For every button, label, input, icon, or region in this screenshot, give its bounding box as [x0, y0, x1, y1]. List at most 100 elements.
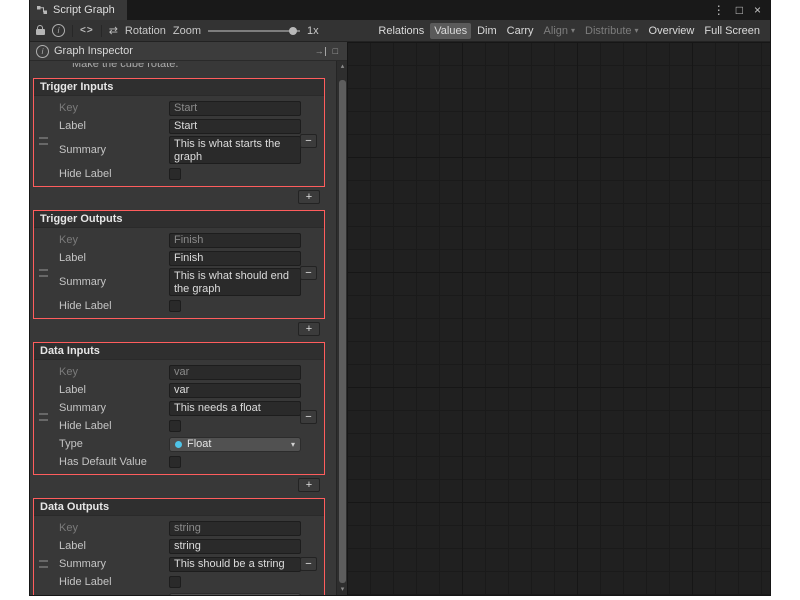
inspector-content: Make the cube rotate. Trigger Inputs Key	[30, 61, 336, 595]
summary-row: Summary	[34, 399, 324, 417]
toolbar-button-overview[interactable]: Overview	[645, 23, 699, 39]
panel-title: Graph Inspector	[54, 45, 133, 57]
label-row: Label	[34, 117, 324, 135]
graph-canvas[interactable]	[347, 42, 770, 595]
tab-script-graph[interactable]: Script Graph	[30, 0, 127, 20]
list-item: Key Label Summary	[34, 360, 324, 474]
type-value: String	[187, 594, 216, 595]
scrollbar-thumb[interactable]	[339, 80, 346, 583]
key-input	[169, 365, 301, 380]
list-item: Key Label Summary This is what should en…	[34, 228, 324, 318]
key-input	[169, 233, 301, 248]
info-icon[interactable]: i	[52, 24, 65, 37]
toolbar-separator	[101, 25, 102, 37]
section-trigger-inputs: Trigger Inputs Key Label	[33, 78, 325, 187]
panel-options-icon[interactable]: □	[333, 46, 338, 56]
section-data-outputs: Data Outputs Key Label	[33, 498, 325, 595]
chevron-down-icon: ▾	[291, 440, 295, 449]
hide-label-checkbox[interactable]	[169, 576, 181, 588]
key-row: Key	[34, 363, 324, 381]
rotation-label: Rotation	[125, 25, 166, 37]
summary-input[interactable]: This is what should end the graph	[169, 268, 301, 296]
drag-handle-icon[interactable]	[39, 414, 48, 421]
view-options-group: Relations Values Dim Carry Align ▾ Distr…	[374, 23, 764, 39]
list-footer: +	[30, 475, 336, 493]
type-value: Float	[187, 438, 211, 450]
section-title: Data Inputs	[34, 343, 324, 360]
hide-label-checkbox[interactable]	[169, 300, 181, 312]
panel-body: Make the cube rotate. Trigger Inputs Key	[30, 61, 347, 595]
type-color-dot	[175, 441, 182, 448]
remove-item-button[interactable]: −	[300, 266, 317, 280]
type-dropdown[interactable]: String ▾	[169, 593, 301, 596]
label-input[interactable]	[169, 119, 301, 134]
remove-item-button[interactable]: −	[300, 134, 317, 148]
list-item: Key Label Summary This is what starts th…	[34, 96, 324, 186]
zoom-value: 1x	[307, 25, 319, 37]
drag-handle-icon[interactable]	[39, 138, 48, 145]
chevron-down-icon: ▾	[571, 26, 575, 35]
summary-row: Summary This is what should end the grap…	[34, 267, 324, 297]
close-icon[interactable]: ×	[754, 3, 761, 17]
section-title: Trigger Inputs	[34, 79, 324, 96]
hide-label-row: Hide Label	[34, 165, 324, 183]
remove-item-button[interactable]: −	[300, 410, 317, 424]
window-menu-icon[interactable]: ⋮	[713, 3, 725, 17]
code-icon[interactable]: <>	[80, 25, 94, 36]
hide-label-checkbox[interactable]	[169, 168, 181, 180]
hide-label-row: Hide Label	[34, 573, 324, 591]
label-input[interactable]	[169, 383, 301, 398]
key-row: Key	[34, 99, 324, 117]
add-item-button[interactable]: +	[298, 190, 320, 204]
zoom-slider[interactable]	[208, 25, 300, 37]
scroll-up-icon[interactable]: ▴	[341, 62, 345, 71]
label-input[interactable]	[169, 251, 301, 266]
toolbar-button-values[interactable]: Values	[430, 23, 471, 39]
summary-input[interactable]	[169, 401, 301, 416]
key-row: Key	[34, 231, 324, 249]
main-area: i Graph Inspector → □ Make the cube rota…	[30, 42, 770, 595]
key-input	[169, 521, 301, 536]
script-graph-window: Script Graph ⋮ □ × i <> ⇄ Rotation Zoom …	[30, 0, 770, 595]
graph-description: Make the cube rotate.	[30, 63, 336, 74]
list-item: Key Label Summary	[34, 516, 324, 595]
type-row: Type Float ▾	[34, 435, 324, 453]
hide-label-row: Hide Label	[34, 417, 324, 435]
section-title: Data Outputs	[34, 499, 324, 516]
window-titlebar: Script Graph ⋮ □ ×	[30, 0, 770, 20]
maximize-icon[interactable]: □	[736, 3, 743, 17]
section-data-inputs: Data Inputs Key Label	[33, 342, 325, 475]
rotation-icon[interactable]: ⇄	[109, 24, 118, 37]
add-item-button[interactable]: +	[298, 322, 320, 336]
scroll-down-icon[interactable]: ▾	[341, 585, 345, 594]
toolbar-button-relations[interactable]: Relations	[374, 23, 428, 39]
toolbar-button-dim[interactable]: Dim	[473, 23, 501, 39]
graph-inspector-header: i Graph Inspector → □	[30, 42, 347, 61]
summary-input[interactable]: This is what starts the graph	[169, 136, 301, 164]
script-graph-icon	[36, 4, 48, 16]
label-row: Label	[34, 537, 324, 555]
add-item-button[interactable]: +	[298, 478, 320, 492]
hide-label-checkbox[interactable]	[169, 420, 181, 432]
graph-toolbar: i <> ⇄ Rotation Zoom 1x Relations Values…	[30, 20, 770, 42]
dock-right-icon[interactable]: →	[315, 47, 326, 56]
has-default-value-checkbox[interactable]	[169, 456, 181, 468]
section-title: Trigger Outputs	[34, 211, 324, 228]
drag-handle-icon[interactable]	[39, 561, 48, 568]
toolbar-button-full-screen[interactable]: Full Screen	[700, 23, 764, 39]
drag-handle-icon[interactable]	[39, 270, 48, 277]
toolbar-button-carry[interactable]: Carry	[503, 23, 538, 39]
lock-icon[interactable]	[36, 29, 45, 35]
list-footer: +	[30, 187, 336, 205]
summary-input[interactable]	[169, 557, 301, 572]
label-row: Label	[34, 381, 324, 399]
has-default-value-row: Has Default Value	[34, 453, 324, 471]
hide-label-row: Hide Label	[34, 297, 324, 315]
panel-header-icons: → □	[315, 46, 338, 56]
type-dropdown[interactable]: Float ▾	[169, 437, 301, 452]
toolbar-button-align: Align ▾	[540, 23, 579, 39]
label-input[interactable]	[169, 539, 301, 554]
zoom-slider-knob[interactable]	[289, 27, 297, 35]
list-footer: +	[30, 319, 336, 337]
remove-item-button[interactable]: −	[300, 557, 317, 571]
